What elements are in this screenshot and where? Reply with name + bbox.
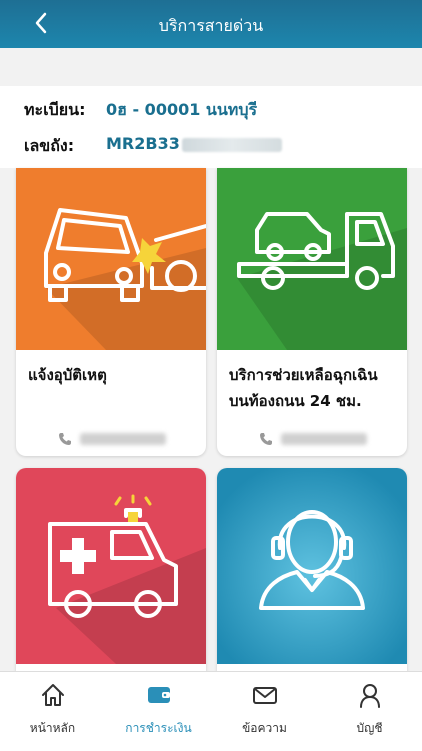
phone-number: 02-429-9000 bbox=[80, 433, 166, 445]
spacer-band bbox=[0, 48, 422, 86]
phone-row[interactable]: 02-305-4444 bbox=[259, 432, 367, 446]
bottom-nav: หน้าหลัก การชำระเงิน ข้อความ บัญชี bbox=[0, 671, 422, 751]
envelope-icon bbox=[253, 687, 277, 704]
chassis-label: เลขถัง: bbox=[24, 136, 75, 155]
tow-truck-icon bbox=[217, 168, 407, 350]
card-label: บริการช่วยเหลือฉุกเฉิน บนท้องถนน 24 ชม. bbox=[229, 366, 378, 410]
phone-icon bbox=[59, 433, 71, 445]
phone-number: 02-305-4444 bbox=[281, 433, 367, 445]
vehicle-info-panel: ทะเบียน: 0ฮ - 00001 นนทบุรี เลขถัง: MR2B… bbox=[0, 86, 422, 168]
nav-home[interactable]: หน้าหลัก bbox=[0, 672, 105, 751]
page-title: บริการสายด่วน bbox=[158, 16, 264, 35]
nav-payment-label: การชำระเงิน bbox=[125, 721, 192, 735]
chassis-value: MR2B33 bbox=[106, 134, 180, 153]
user-icon bbox=[360, 684, 380, 708]
card-ambulance[interactable] bbox=[16, 468, 206, 688]
headset-agent-icon bbox=[217, 468, 407, 664]
ambulance-icon bbox=[16, 468, 206, 664]
home-icon bbox=[42, 684, 64, 706]
phone-row[interactable]: 02-429-9000 bbox=[58, 432, 166, 446]
nav-account-label: บัญชี bbox=[356, 721, 383, 735]
card-roadside-assistance[interactable]: บริการช่วยเหลือฉุกเฉิน บนท้องถนน 24 ชม. … bbox=[217, 168, 407, 456]
card-accident-report[interactable]: แจ้งอุบัติเหตุ 02-429-9000 bbox=[16, 168, 206, 456]
nav-messages-label: ข้อความ bbox=[242, 721, 287, 735]
car-crash-icon bbox=[16, 168, 206, 350]
nav-messages[interactable]: ข้อความ bbox=[212, 672, 317, 751]
chassis-row: เลขถัง: MR2B33 bbox=[24, 134, 282, 159]
app-header: บริการสายด่วน bbox=[0, 0, 422, 48]
phone-icon bbox=[260, 433, 272, 445]
plate-row: ทะเบียน: 0ฮ - 00001 นนทบุรี bbox=[24, 98, 257, 123]
nav-home-label: หน้าหลัก bbox=[29, 721, 76, 735]
card-call-center[interactable] bbox=[217, 468, 407, 688]
chassis-value-wrap: MR2B33 bbox=[106, 134, 282, 153]
wallet-icon bbox=[148, 687, 170, 703]
nav-payment[interactable]: การชำระเงิน bbox=[106, 672, 211, 751]
plate-value: 0ฮ - 00001 นนทบุรี bbox=[106, 100, 258, 119]
chassis-redacted bbox=[181, 137, 282, 152]
nav-account[interactable]: บัญชี bbox=[317, 672, 422, 751]
plate-label: ทะเบียน: bbox=[24, 100, 86, 119]
card-label: แจ้งอุบัติเหตุ bbox=[28, 366, 107, 384]
